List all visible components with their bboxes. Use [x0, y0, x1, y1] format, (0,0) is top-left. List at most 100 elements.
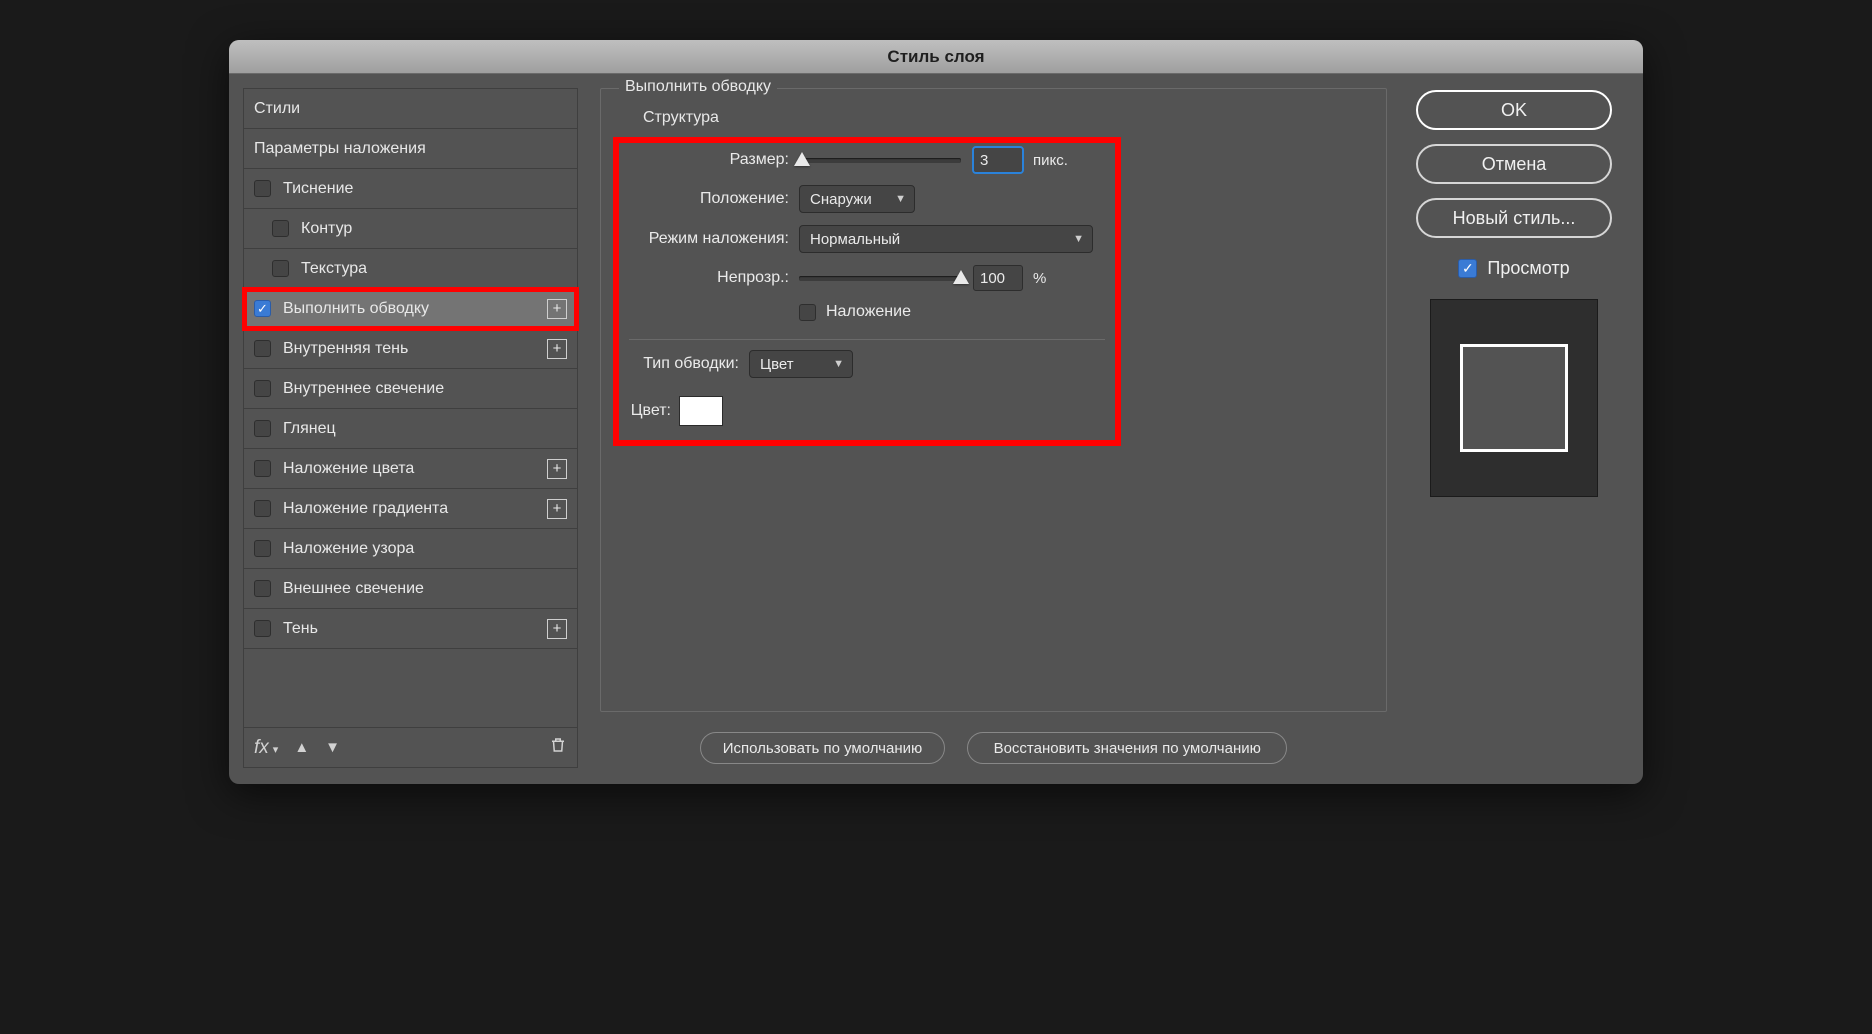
sidebar-item-styles[interactable]: Стили — [244, 89, 577, 129]
structure-label: Структура — [643, 109, 1364, 127]
opacity-unit: % — [1033, 270, 1046, 287]
layer-style-dialog: Стиль слоя Стили Параметры наложения Тис… — [229, 40, 1643, 784]
sidebar-item-label: Тень — [283, 620, 318, 638]
fill-type-select[interactable]: Цвет ▼ — [749, 350, 853, 378]
checkbox[interactable] — [254, 500, 271, 517]
color-label: Цвет: — [629, 402, 679, 420]
dialog-title: Стиль слоя — [229, 40, 1643, 74]
add-effect-icon[interactable]: + — [547, 339, 567, 359]
checkbox[interactable] — [272, 220, 289, 237]
select-value: Цвет — [760, 356, 794, 373]
sidebar-item-label: Стили — [254, 100, 300, 118]
select-value: Нормальный — [810, 231, 900, 248]
blend-select[interactable]: Нормальный ▼ — [799, 225, 1093, 253]
checkbox[interactable] — [799, 304, 816, 321]
preview-inner — [1460, 344, 1568, 452]
move-down-icon[interactable]: ▼ — [325, 739, 340, 756]
size-unit: пикс. — [1033, 152, 1068, 169]
make-default-button[interactable]: Использовать по умолчанию — [700, 732, 945, 764]
checkbox[interactable] — [254, 420, 271, 437]
sidebar-item-inner-shadow[interactable]: Внутренняя тень + — [244, 329, 577, 369]
opacity-input[interactable] — [973, 265, 1023, 291]
checkbox[interactable] — [254, 180, 271, 197]
sidebar-item-satin[interactable]: Глянец — [244, 409, 577, 449]
sidebar-item-label: Выполнить обводку — [283, 300, 429, 318]
checkbox[interactable] — [254, 540, 271, 557]
opacity-slider[interactable] — [799, 268, 961, 288]
overprint-row: Наложение — [629, 303, 1105, 321]
add-effect-icon[interactable]: + — [547, 619, 567, 639]
add-effect-icon[interactable]: + — [547, 499, 567, 519]
sidebar-item-texture[interactable]: Текстура — [244, 249, 577, 289]
add-effect-icon[interactable]: + — [547, 299, 567, 319]
sidebar-item-label: Наложение узора — [283, 540, 414, 558]
size-slider[interactable] — [799, 150, 961, 170]
sidebar-footer: fx▾ ▲ ▼ — [243, 728, 578, 768]
sidebar-item-label: Контур — [301, 220, 352, 238]
sidebar-item-contour[interactable]: Контур — [244, 209, 577, 249]
cancel-button[interactable]: Отмена — [1416, 144, 1612, 184]
sidebar-item-outer-glow[interactable]: Внешнее свечение — [244, 569, 577, 609]
checkbox[interactable] — [254, 580, 271, 597]
default-buttons-row: Использовать по умолчанию Восстановить з… — [600, 720, 1387, 768]
styles-sidebar: Стили Параметры наложения Тиснение Конту… — [243, 88, 578, 768]
preview-thumbnail — [1430, 299, 1598, 497]
chevron-down-icon: ▼ — [1073, 233, 1084, 245]
size-row: Размер: пикс. — [629, 147, 1105, 173]
position-select[interactable]: Снаружи ▼ — [799, 185, 915, 213]
checkbox[interactable] — [254, 460, 271, 477]
fill-type-label: Тип обводки: — [629, 355, 749, 373]
sidebar-item-label: Внешнее свечение — [283, 580, 424, 598]
fieldset-title: Выполнить обводку — [619, 78, 777, 96]
sidebar-item-pattern-overlay[interactable]: Наложение узора — [244, 529, 577, 569]
chevron-down-icon: ▼ — [833, 358, 844, 370]
stroke-fieldset: Выполнить обводку Структура Размер: пикс… — [600, 88, 1387, 712]
preview-label: Просмотр — [1487, 258, 1569, 279]
size-input[interactable] — [973, 147, 1023, 173]
dialog-body: Стили Параметры наложения Тиснение Конту… — [229, 74, 1643, 784]
overprint-label: Наложение — [826, 303, 911, 321]
position-row: Положение: Снаружи ▼ — [629, 185, 1105, 213]
fx-menu-icon[interactable]: fx▾ — [254, 737, 278, 759]
color-swatch[interactable] — [679, 396, 723, 426]
overprint-checkbox-row[interactable]: Наложение — [799, 303, 911, 321]
sidebar-item-label: Наложение цвета — [283, 460, 414, 478]
size-label: Размер: — [629, 151, 799, 169]
add-effect-icon[interactable]: + — [547, 459, 567, 479]
opacity-row: Непрозр.: % — [629, 265, 1105, 291]
blend-row: Режим наложения: Нормальный ▼ — [629, 225, 1105, 253]
sidebar-item-gradient-overlay[interactable]: Наложение градиента + — [244, 489, 577, 529]
trash-icon[interactable] — [549, 735, 567, 760]
preview-checkbox-row[interactable]: Просмотр — [1458, 258, 1569, 279]
sidebar-item-color-overlay[interactable]: Наложение цвета + — [244, 449, 577, 489]
styles-list: Стили Параметры наложения Тиснение Конту… — [243, 88, 578, 728]
move-up-icon[interactable]: ▲ — [294, 739, 309, 756]
sidebar-item-inner-glow[interactable]: Внутреннее свечение — [244, 369, 577, 409]
sidebar-item-stroke[interactable]: Выполнить обводку + — [244, 289, 577, 329]
chevron-down-icon: ▼ — [895, 193, 906, 205]
sidebar-item-blending-options[interactable]: Параметры наложения — [244, 129, 577, 169]
sidebar-item-bevel[interactable]: Тиснение — [244, 169, 577, 209]
reset-default-button[interactable]: Восстановить значения по умолчанию — [967, 732, 1287, 764]
sidebar-item-label: Глянец — [283, 420, 336, 438]
fill-type-row: Тип обводки: Цвет ▼ — [629, 350, 1105, 378]
ok-button[interactable]: OK — [1416, 90, 1612, 130]
position-label: Положение: — [629, 190, 799, 208]
checkbox[interactable] — [254, 380, 271, 397]
color-row: Цвет: — [629, 396, 1105, 426]
checkbox[interactable] — [254, 340, 271, 357]
sidebar-item-label: Внутренняя тень — [283, 340, 408, 358]
sidebar-item-label: Текстура — [301, 260, 367, 278]
blend-label: Режим наложения: — [629, 230, 799, 248]
checkbox[interactable] — [254, 620, 271, 637]
checkbox[interactable] — [254, 300, 271, 317]
checkbox[interactable] — [272, 260, 289, 277]
new-style-button[interactable]: Новый стиль... — [1416, 198, 1612, 238]
main-panel: Выполнить обводку Структура Размер: пикс… — [600, 88, 1387, 768]
right-column: OK Отмена Новый стиль... Просмотр — [1409, 88, 1619, 768]
sidebar-item-drop-shadow[interactable]: Тень + — [244, 609, 577, 649]
sidebar-item-label: Тиснение — [283, 180, 353, 198]
select-value: Снаружи — [810, 191, 872, 208]
highlight-annotation: Размер: пикс. Положение: Снаружи — [613, 137, 1121, 446]
checkbox[interactable] — [1458, 259, 1477, 278]
